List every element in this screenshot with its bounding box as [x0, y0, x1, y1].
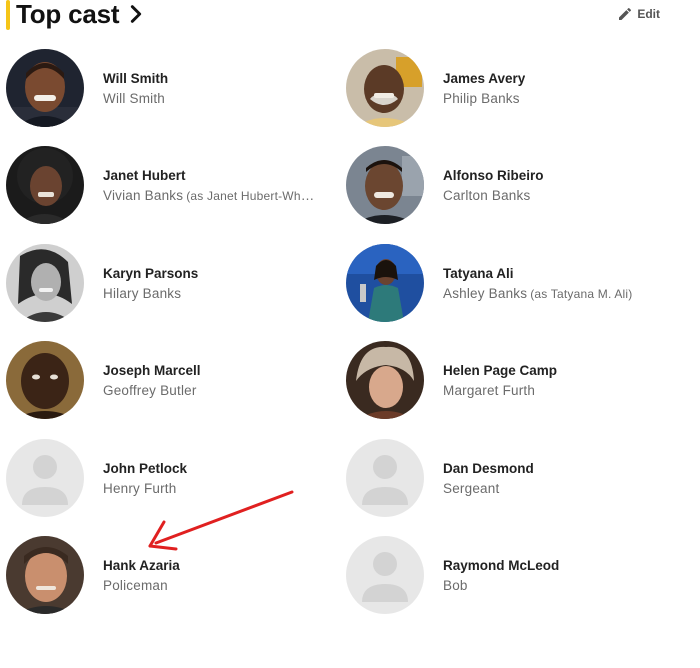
- character-name: Ashley Banks (as Tatyana M. Ali): [443, 285, 633, 301]
- actor-photo[interactable]: [6, 536, 84, 614]
- character-name: Margaret Furth: [443, 382, 536, 398]
- cast-item: Tatyana Ali Ashley Banks (as Tatyana M. A…: [340, 242, 670, 324]
- edit-button[interactable]: Edit: [617, 4, 660, 24]
- actor-name[interactable]: Hank Azaria: [103, 558, 180, 573]
- actor-name[interactable]: Joseph Marcell: [103, 363, 201, 378]
- person-placeholder-icon: [346, 439, 424, 517]
- cast-item: Raymond McLeod Bob: [340, 534, 670, 616]
- section-title: Top cast: [16, 0, 120, 29]
- actor-photo[interactable]: [346, 49, 424, 127]
- cast-item: Dan Desmond Sergeant: [340, 437, 670, 519]
- character-name: Will Smith: [103, 90, 165, 106]
- cast-item: Karyn Parsons Hilary Banks: [0, 242, 330, 324]
- actor-photo[interactable]: [346, 146, 424, 224]
- credit-note: (as Tatyana M. Ali): [530, 286, 633, 301]
- actor-name[interactable]: Helen Page Camp: [443, 363, 557, 378]
- actor-name[interactable]: Alfonso Ribeiro: [443, 168, 544, 183]
- cast-item: Will Smith Will Smith: [0, 47, 330, 129]
- placeholder-avatar[interactable]: [6, 439, 84, 517]
- person-placeholder-icon: [346, 536, 424, 614]
- actor-name[interactable]: Dan Desmond: [443, 461, 534, 476]
- actor-photo[interactable]: [6, 341, 84, 419]
- person-placeholder-icon: [6, 439, 84, 517]
- actor-name[interactable]: Tatyana Ali: [443, 266, 633, 281]
- edit-label: Edit: [637, 7, 660, 21]
- character-name: Carlton Banks: [443, 187, 531, 203]
- actor-name[interactable]: Janet Hubert: [103, 168, 315, 183]
- credit-note: (as Janet Hubert-Whitt…: [186, 188, 315, 203]
- placeholder-avatar[interactable]: [346, 439, 424, 517]
- actor-photo[interactable]: [346, 244, 424, 322]
- actor-name[interactable]: Karyn Parsons: [103, 266, 198, 281]
- actor-name[interactable]: James Avery: [443, 71, 525, 86]
- actor-photo[interactable]: [6, 244, 84, 322]
- actor-name[interactable]: Will Smith: [103, 71, 168, 86]
- character-name: Sergeant: [443, 480, 500, 496]
- character-name: Hilary Banks: [103, 285, 182, 301]
- character-name: Philip Banks: [443, 90, 520, 106]
- chevron-right-icon: [131, 5, 142, 23]
- actor-name[interactable]: John Petlock: [103, 461, 187, 476]
- cast-item: Joseph Marcell Geoffrey Butler: [0, 339, 330, 421]
- top-cast-title-link[interactable]: Top cast: [16, 0, 147, 30]
- cast-item: Janet Hubert Vivian Banks (as Janet Huber…: [0, 144, 330, 226]
- cast-item: Alfonso Ribeiro Carlton Banks: [340, 144, 670, 226]
- actor-photo[interactable]: [6, 49, 84, 127]
- actor-photo[interactable]: [6, 146, 84, 224]
- actor-photo[interactable]: [346, 341, 424, 419]
- pencil-icon: [619, 7, 632, 20]
- placeholder-avatar[interactable]: [346, 536, 424, 614]
- character-name: Henry Furth: [103, 480, 177, 496]
- accent-bar: [6, 0, 10, 30]
- actor-name[interactable]: Raymond McLeod: [443, 558, 559, 573]
- character-name: Bob: [443, 577, 468, 593]
- cast-item: James Avery Philip Banks: [340, 47, 670, 129]
- top-cast-section: Top cast Edit Will Smith Will Smith Jame…: [0, 0, 700, 668]
- section-header: Top cast Edit: [0, 0, 700, 30]
- character-name: Geoffrey Butler: [103, 382, 197, 398]
- cast-item: John Petlock Henry Furth: [0, 437, 330, 519]
- cast-item: Hank Azaria Policeman: [0, 534, 330, 616]
- character-name: Vivian Banks (as Janet Hubert-Whitt…: [103, 188, 315, 203]
- character-name: Policeman: [103, 577, 168, 593]
- cast-item: Helen Page Camp Margaret Furth: [340, 339, 670, 421]
